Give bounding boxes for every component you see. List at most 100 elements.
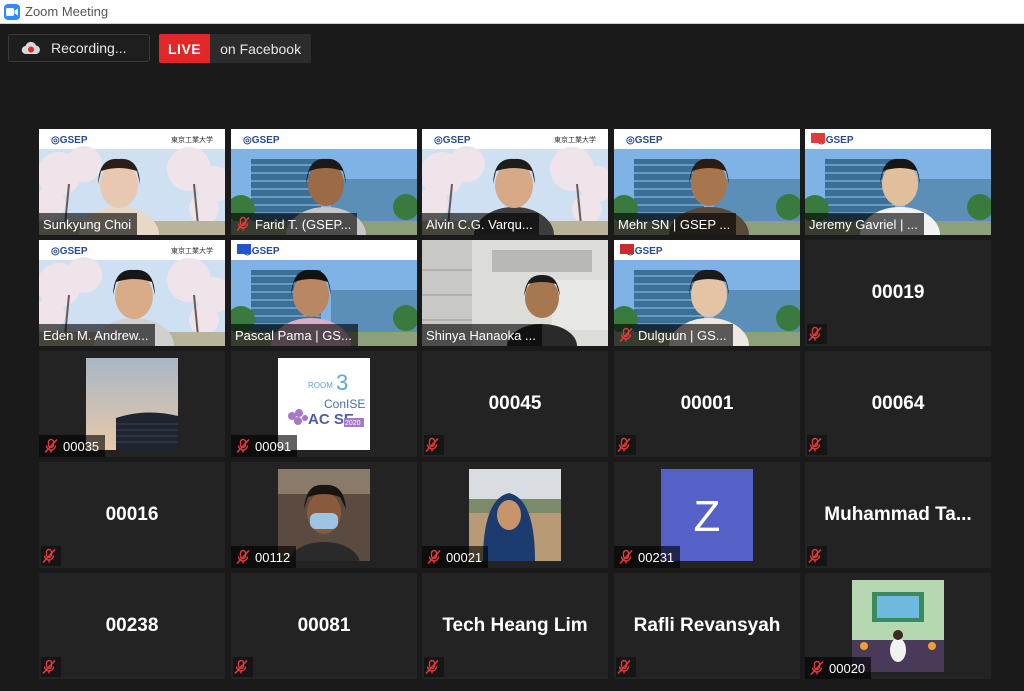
participant-name-label: 00091 <box>231 435 298 457</box>
room-logo-conise: ConISE <box>324 397 365 411</box>
muted-mic-icon <box>235 549 251 565</box>
participant-name: Farid T. (GSEP... <box>255 216 352 232</box>
participant-name-label: 00020 <box>805 657 872 679</box>
participant-name: 00019 <box>871 282 925 303</box>
live-platform: on Facebook <box>210 34 312 63</box>
participant-name: 00016 <box>105 504 159 525</box>
participant-name: Rafli Revansyah <box>633 615 781 636</box>
muted-mic-icon <box>616 437 632 453</box>
recording-label: Recording... <box>51 40 127 56</box>
mute-indicator <box>41 657 61 677</box>
participant-tile[interactable]: Z 00231 <box>614 462 800 568</box>
participant-tile[interactable]: ◎GSEP Farid T. (GSEP... <box>231 129 417 235</box>
participant-tile[interactable]: ◎GSEP Jeremy Gavriel | ... <box>805 129 991 235</box>
participant-name: Pascal Pama | GS... <box>235 327 352 343</box>
svg-text:◎GSEP: ◎GSEP <box>626 135 663 146</box>
participant-name: Mehr SN | GSEP ... <box>618 216 731 232</box>
muted-mic-icon <box>41 548 57 564</box>
svg-text:◎GSEP: ◎GSEP <box>51 246 88 257</box>
muted-mic-icon <box>618 549 634 565</box>
participant-name: 00238 <box>105 615 159 636</box>
muted-mic-icon <box>424 437 440 453</box>
participant-name: 00091 <box>255 438 292 454</box>
mute-indicator <box>807 546 827 566</box>
mute-indicator <box>807 324 827 344</box>
participant-name: Alvin C.G. Varqu... <box>426 216 533 232</box>
participant-name: Eden M. Andrew... <box>43 327 149 343</box>
svg-text:◎GSEP: ◎GSEP <box>51 135 88 146</box>
cloud-record-icon <box>21 41 40 55</box>
zoom-camera-icon <box>4 3 20 20</box>
svg-text:東京工業大学: 東京工業大学 <box>171 246 213 255</box>
meeting-stage: Recording... LIVE on Facebook ◎GSEP 東京工業… <box>0 24 1024 691</box>
participant-tile[interactable]: 00001 <box>614 351 800 457</box>
participant-tile[interactable]: Rafli Revansyah <box>614 573 800 679</box>
muted-mic-icon <box>43 438 59 454</box>
participant-tile[interactable]: 00020 <box>805 573 991 679</box>
participant-tile[interactable]: ◎GSEP Dulguun | GS... <box>614 240 800 346</box>
participant-tile[interactable]: 00019 <box>805 240 991 346</box>
window-titlebar: Zoom Meeting <box>0 0 1024 24</box>
participant-name: 00064 <box>871 393 925 414</box>
participant-tile[interactable]: ◎GSEP 東京工業大学 Eden M. Andrew... <box>39 240 225 346</box>
live-stream-indicator[interactable]: LIVE on Facebook <box>159 34 312 63</box>
participant-tile[interactable]: 00064 <box>805 351 991 457</box>
muted-mic-icon <box>235 438 251 454</box>
muted-mic-icon <box>809 660 825 676</box>
mute-indicator <box>616 657 636 677</box>
muted-mic-icon <box>807 326 823 342</box>
participant-tile[interactable]: 00081 <box>231 573 417 679</box>
muted-mic-icon <box>807 548 823 564</box>
participant-tile[interactable]: ◎GSEP Pascal Pama | GS... <box>231 240 417 346</box>
room-logo-number: 3 <box>336 370 348 395</box>
participant-tile[interactable]: Muhammad Ta... <box>805 462 991 568</box>
participant-name-label: Shinya Hanaoka ... <box>422 324 542 346</box>
participant-tile[interactable]: ◎GSEP 東京工業大学 Sunkyung Choi <box>39 129 225 235</box>
participant-name: Sunkyung Choi <box>43 216 132 232</box>
participant-name-label: 00035 <box>39 435 106 457</box>
mute-indicator <box>424 435 444 455</box>
participant-tile[interactable]: 00112 <box>231 462 417 568</box>
participant-tile[interactable]: 00016 <box>39 462 225 568</box>
participant-tile[interactable]: ◎GSEP 東京工業大学 Alvin C.G. Varqu... <box>422 129 608 235</box>
participant-tile[interactable]: ◎GSEP Mehr SN | GSEP ... <box>614 129 800 235</box>
participant-tile[interactable]: Shinya Hanaoka ... <box>422 240 608 346</box>
window-title: Zoom Meeting <box>25 4 109 19</box>
svg-text:東京工業大学: 東京工業大学 <box>554 135 596 144</box>
participant-name: 00035 <box>63 438 100 454</box>
participant-tile[interactable]: 00035 <box>39 351 225 457</box>
participant-name-label: Sunkyung Choi <box>39 213 138 235</box>
participant-name-label: 00231 <box>614 546 681 568</box>
avatar-letter: Z <box>694 492 721 541</box>
participant-name-label: Jeremy Gavriel | ... <box>805 213 924 235</box>
participant-tile[interactable]: ROOM 3 ConISE AC SE 2020 00091 <box>231 351 417 457</box>
muted-mic-icon <box>618 327 634 343</box>
participant-name-label: 00112 <box>231 546 297 568</box>
muted-mic-icon <box>616 659 632 675</box>
participant-name: Jeremy Gavriel | ... <box>809 216 918 232</box>
room-logo-year: 2020 <box>345 420 361 427</box>
participant-tile[interactable]: 00238 <box>39 573 225 679</box>
muted-mic-icon <box>235 216 251 232</box>
recording-indicator[interactable]: Recording... <box>8 34 150 62</box>
muted-mic-icon <box>426 549 442 565</box>
muted-mic-icon <box>41 659 57 675</box>
muted-mic-icon <box>233 659 249 675</box>
mute-indicator <box>616 435 636 455</box>
participant-name-label: Eden M. Andrew... <box>39 324 155 346</box>
svg-text:東京工業大学: 東京工業大学 <box>171 135 213 144</box>
participant-name: 00020 <box>829 660 866 676</box>
participant-tile[interactable]: 00045 <box>422 351 608 457</box>
mute-indicator <box>233 657 253 677</box>
participant-name: 00001 <box>680 393 734 414</box>
participant-name-label: Mehr SN | GSEP ... <box>614 213 737 235</box>
participant-name: 00021 <box>446 549 483 565</box>
muted-mic-icon <box>424 659 440 675</box>
svg-text:◎GSEP: ◎GSEP <box>243 135 280 146</box>
participant-name-label: 00021 <box>422 546 489 568</box>
participant-tile[interactable]: 00021 <box>422 462 608 568</box>
participant-name-label: Dulguun | GS... <box>614 324 733 346</box>
participant-name: Tech Heang Lim <box>442 615 588 636</box>
svg-text:◎GSEP: ◎GSEP <box>434 135 471 146</box>
participant-tile[interactable]: Tech Heang Lim <box>422 573 608 679</box>
